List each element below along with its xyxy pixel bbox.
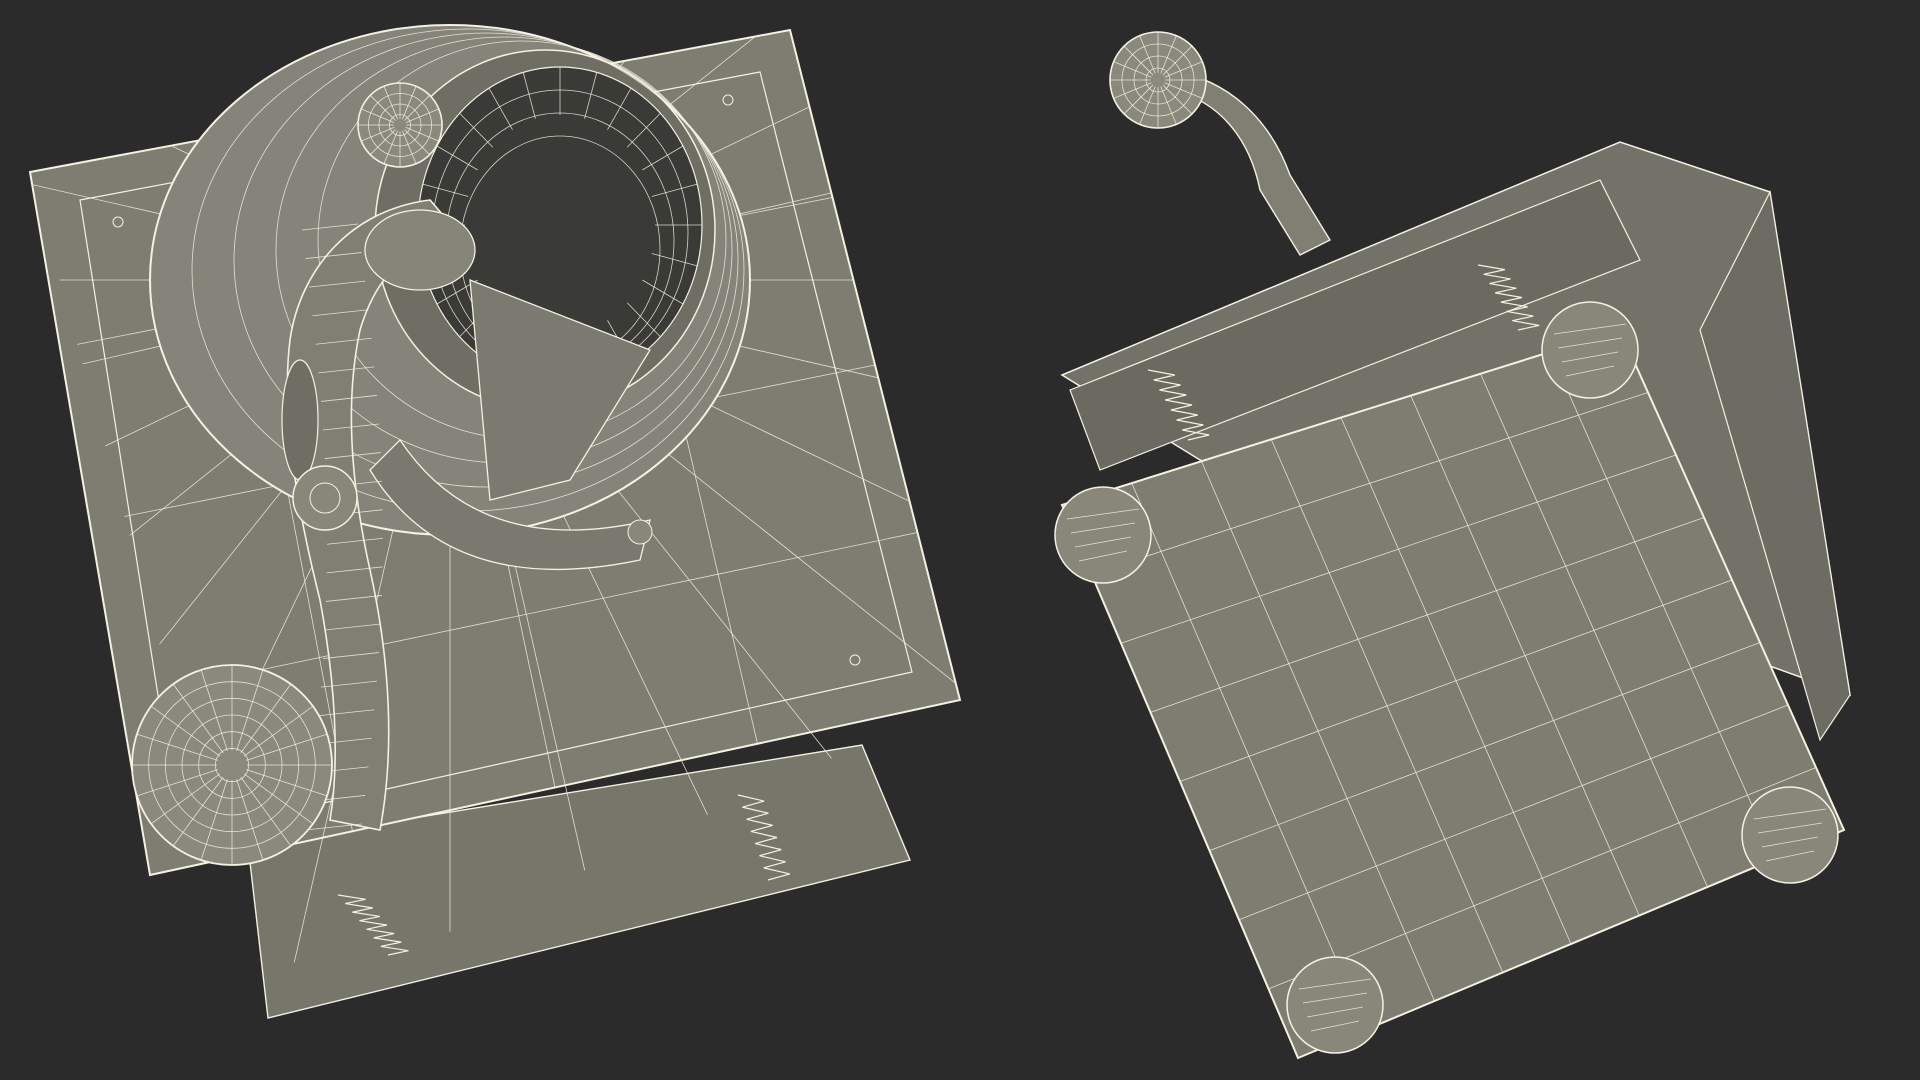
shaft-cone	[364, 209, 476, 291]
grinder-top-view	[28, 24, 962, 1019]
foot-pad	[1286, 956, 1384, 1054]
foot-pad	[1541, 301, 1639, 399]
foot-pad	[1054, 486, 1152, 584]
grinder-bottom-view	[1054, 31, 1851, 1060]
viewport	[28, 24, 1851, 1060]
screw-icon	[627, 519, 653, 545]
crank-hub	[292, 465, 358, 531]
crank-slot	[281, 359, 319, 481]
foot-pad	[1741, 786, 1839, 884]
